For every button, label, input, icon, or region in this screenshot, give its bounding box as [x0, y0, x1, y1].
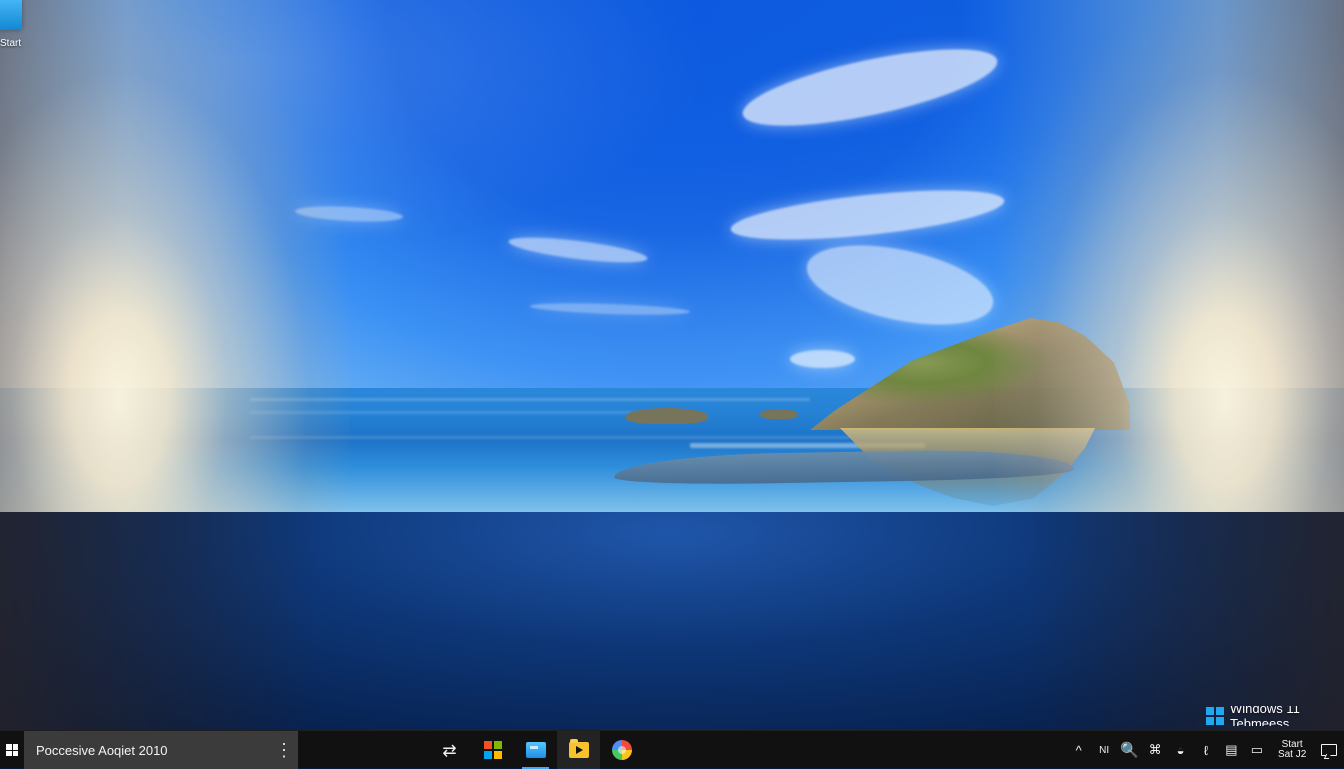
cloud — [728, 180, 1007, 250]
taskbar-search-box[interactable]: Poccesive Aoqiet 2010 ⋮ — [24, 731, 298, 769]
windows-logo-icon — [1206, 707, 1224, 725]
notification-icon — [1321, 744, 1338, 756]
cloud — [507, 232, 649, 268]
file-explorer-button[interactable] — [557, 731, 600, 769]
browser-button[interactable] — [600, 731, 643, 769]
network-icon[interactable]: NI — [1091, 731, 1116, 769]
ball-icon — [611, 740, 632, 760]
start-button[interactable] — [0, 731, 24, 769]
system-tray: ^ NI 🔍 ⌘ ◒ ℓ ▤ ▭ Start Sat J2 — [1066, 731, 1344, 769]
task-view-icon: ⇄ — [442, 740, 457, 760]
cloud — [294, 204, 404, 224]
small-rock — [760, 409, 798, 419]
cloud — [790, 350, 855, 368]
desktop-shortcut-label: Start — [0, 38, 22, 49]
windows-watermark: Windows 11 Tebmeess — [1206, 706, 1344, 726]
devices-icon[interactable]: ⌘ — [1142, 731, 1167, 769]
tiles-icon — [483, 741, 502, 759]
desktop: Start Windows 11 Tebmeess — [0, 0, 1344, 730]
text-icon[interactable]: ℓ — [1193, 731, 1218, 769]
sea-band — [250, 436, 850, 439]
chat-icon[interactable]: ◒ — [1168, 731, 1193, 769]
chevron-up-icon[interactable]: ^ — [1066, 731, 1091, 769]
windows-start-icon — [6, 744, 18, 756]
search-icon[interactable]: 🔍 — [1117, 731, 1142, 769]
app-window-button[interactable] — [514, 731, 557, 769]
lower-wallpaper-panel — [0, 512, 1344, 730]
sea — [0, 388, 1344, 512]
app-icon — [0, 0, 22, 30]
cloud — [799, 231, 1001, 339]
clock-line-2: Sat J2 — [1277, 749, 1307, 760]
cloud — [529, 301, 691, 317]
sea-band — [250, 411, 670, 414]
taskbar-apps: ⇄ — [428, 731, 648, 769]
tray-clock[interactable]: Start Sat J2 — [1270, 731, 1315, 769]
watermark-text: Windows 11 Tebmeess — [1230, 706, 1300, 726]
app-window-icon — [525, 742, 546, 758]
cloud — [737, 33, 1003, 142]
task-view-button[interactable]: ⇄ — [428, 731, 471, 769]
sea-band — [250, 398, 810, 401]
store-button[interactable] — [471, 731, 514, 769]
folder-icon — [568, 739, 589, 758]
search-text: Poccesive Aoqiet 2010 — [36, 742, 168, 758]
small-rock — [626, 408, 708, 424]
note-icon[interactable]: ▤ — [1219, 731, 1244, 769]
more-vertical-icon[interactable]: ⋮ — [270, 741, 298, 759]
taskbar: Poccesive Aoqiet 2010 ⋮ ⇄ ^ NI 🔍 ⌘ ◒ ℓ ▤… — [0, 730, 1344, 769]
notification-button[interactable] — [1315, 731, 1344, 769]
screen-icon[interactable]: ▭ — [1244, 731, 1269, 769]
desktop-shortcut[interactable]: Start — [0, 0, 32, 56]
